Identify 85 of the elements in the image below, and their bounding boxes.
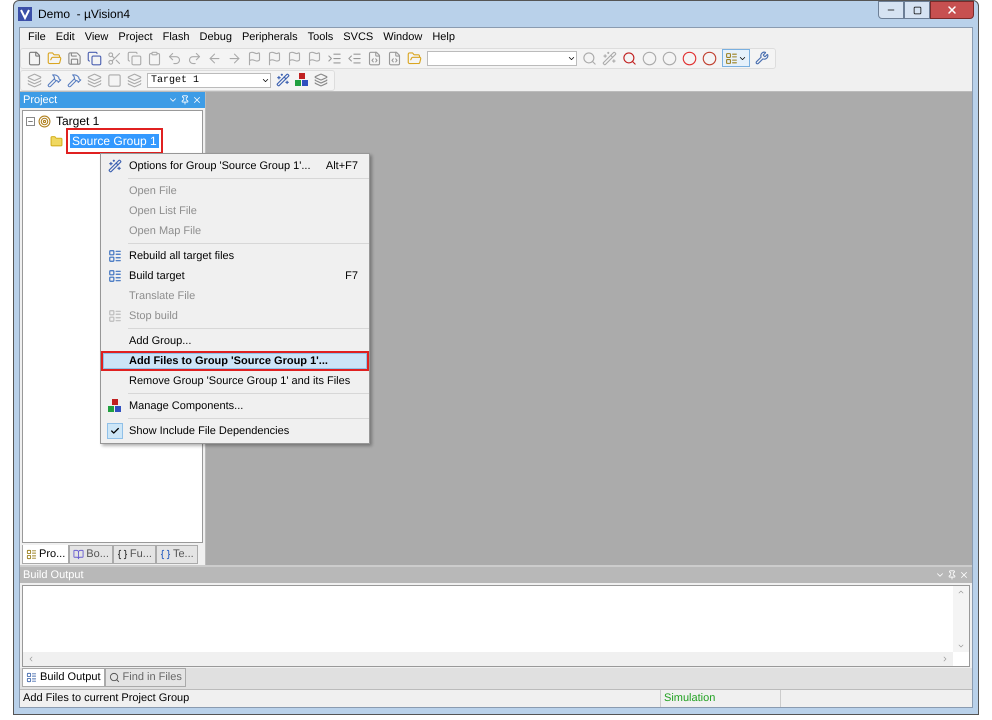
list-icon (26, 672, 37, 683)
redo-icon[interactable] (187, 50, 202, 66)
menu-item[interactable]: Build target F7 (103, 268, 367, 284)
status-message: Add Files to current Project Group (22, 691, 190, 706)
bookmark-icon[interactable] (307, 50, 322, 66)
braces-icon (160, 549, 171, 560)
search-icon[interactable] (582, 50, 597, 66)
scroll-down-icon[interactable] (957, 642, 965, 650)
undo-icon[interactable] (167, 50, 182, 66)
bookmark-icon[interactable] (267, 50, 282, 66)
forward-icon[interactable] (227, 50, 242, 66)
scroll-left-icon[interactable] (27, 655, 35, 663)
breakpoint-icon[interactable] (642, 50, 657, 66)
circle-icon[interactable] (662, 50, 677, 66)
tree-item[interactable]: Target 1 (54, 112, 102, 130)
search-icon (108, 672, 120, 683)
bookmark-icon[interactable] (247, 50, 262, 66)
menu-item[interactable]: Show Include File Dependencies (103, 423, 367, 439)
braces-icon (116, 549, 128, 560)
collapse-toggle[interactable] (26, 116, 35, 126)
layout-icon (725, 52, 738, 64)
menu-item[interactable]: Peripherals (238, 29, 302, 46)
layers-icon[interactable] (314, 73, 328, 87)
menu-item[interactable]: Remove Group 'Source Group 1' and its Files (103, 373, 367, 389)
menu-item[interactable]: Rebuild all target files (103, 248, 367, 264)
menu-item[interactable]: Help (428, 29, 459, 46)
window-layout-button[interactable] (722, 49, 750, 67)
menu-item[interactable]: Project (114, 29, 157, 46)
open-folder-icon[interactable] (47, 50, 62, 66)
status-mode: Simulation (660, 690, 780, 707)
new-file-icon[interactable] (27, 50, 42, 66)
target-icon (38, 114, 51, 128)
folder-icon (50, 134, 63, 148)
panel-tab[interactable]: Bo... (69, 545, 113, 564)
panel-tab[interactable]: Pro... (22, 545, 70, 564)
blocks-icon (108, 399, 122, 413)
scroll-up-icon[interactable] (957, 588, 965, 596)
cut-icon[interactable] (107, 50, 122, 66)
menu-item[interactable]: Flash (158, 29, 194, 46)
close-icon[interactable] (959, 570, 969, 580)
panel-tab[interactable]: Te... (156, 545, 198, 564)
maximize-button[interactable] (904, 1, 930, 19)
app-icon (18, 7, 32, 21)
close-button[interactable] (930, 1, 974, 19)
menu-item[interactable]: Debug (196, 29, 236, 46)
horizontal-scrollbar[interactable] (23, 652, 953, 666)
bookmark-icon[interactable] (287, 50, 302, 66)
book-icon (73, 549, 84, 560)
close-icon[interactable] (192, 95, 202, 105)
scroll-right-icon[interactable] (941, 655, 949, 663)
menu-item[interactable]: SVCS (339, 29, 378, 46)
maximize-icon (912, 6, 922, 14)
menu-item[interactable]: Tools (304, 29, 338, 46)
copy-icon[interactable] (127, 50, 142, 66)
pin-icon[interactable] (947, 570, 957, 580)
menu-item[interactable]: Edit (52, 29, 79, 46)
wand-icon (108, 159, 122, 173)
paste-icon[interactable] (147, 50, 162, 66)
menu-item[interactable]: View (80, 29, 112, 46)
menu-item[interactable]: Manage Components... (103, 398, 367, 414)
list-icon (26, 548, 37, 560)
vertical-scrollbar[interactable] (953, 586, 969, 652)
menu-item[interactable]: Window (379, 29, 426, 46)
output-tab[interactable]: Find in Files (104, 668, 186, 687)
panel-title: Project (23, 92, 58, 108)
debug-search-icon[interactable] (622, 50, 637, 66)
menu-item[interactable]: Add Files to Group 'Source Group 1'... (103, 353, 367, 369)
blocks-icon[interactable] (295, 73, 309, 87)
indent-icon[interactable] (327, 50, 342, 66)
find-combo-box[interactable] (427, 50, 577, 66)
outdent-icon[interactable] (347, 50, 362, 66)
save-icon[interactable] (67, 50, 82, 66)
wrench-icon[interactable] (755, 51, 769, 65)
menu-item[interactable]: Add Group... (103, 333, 367, 349)
close-icon (946, 4, 958, 16)
check-icon (110, 426, 120, 436)
panel-tab[interactable]: Fu... (112, 545, 156, 564)
target-select[interactable]: Target 1 (147, 72, 271, 88)
panel-title: Build Output (23, 568, 85, 583)
window-title: Demo - µVision4 (38, 6, 130, 23)
output-tab[interactable]: Build Output (22, 668, 105, 687)
menu-item[interactable]: File (24, 29, 50, 46)
menu-item[interactable]: Options for Group 'Source Group 1'... Alt+F7 (103, 158, 367, 174)
back-icon[interactable] (207, 50, 222, 66)
pin-icon[interactable] (180, 95, 190, 105)
